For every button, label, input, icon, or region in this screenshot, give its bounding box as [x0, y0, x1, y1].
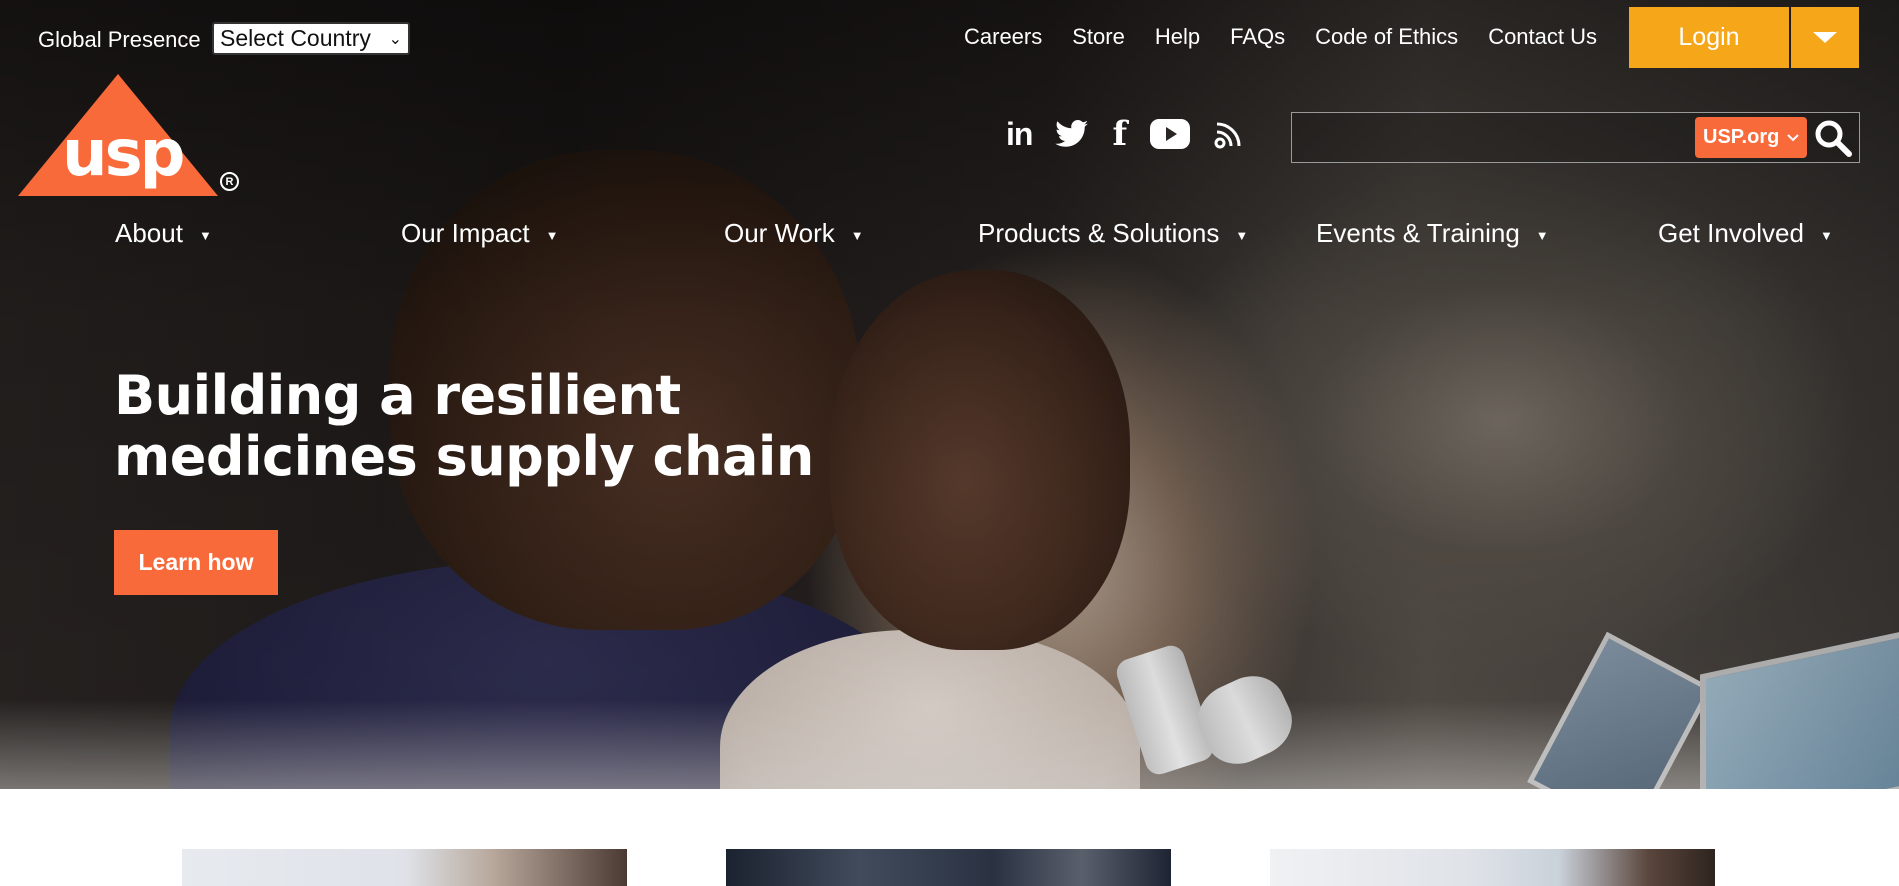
country-select-value: Select Country [220, 25, 371, 51]
contact-us-link[interactable]: Contact Us [1488, 24, 1597, 50]
nav-item-our-impact[interactable]: Our Impact ▼ [401, 218, 558, 249]
social-links: in f [1006, 114, 1245, 154]
usp-logo[interactable]: usp R [18, 74, 240, 199]
feature-card-image-2[interactable] [726, 849, 1171, 886]
rss-icon[interactable] [1213, 116, 1245, 152]
nav-item-get-involved[interactable]: Get Involved ▼ [1658, 218, 1833, 249]
nav-item-products-solutions[interactable]: Products & Solutions ▼ [978, 218, 1248, 249]
search-icon[interactable] [1814, 119, 1852, 157]
feature-card-image-3[interactable] [1270, 849, 1715, 886]
main-nav: About ▼ Our Impact ▼ Our Work ▼ Products & … [0, 218, 1899, 258]
login-button[interactable]: Login [1629, 7, 1789, 68]
nav-item-our-work[interactable]: Our Work ▼ [724, 218, 864, 249]
hero-headline-line1: Building a resilient [114, 364, 681, 427]
youtube-icon[interactable] [1150, 116, 1191, 152]
caret-down-icon: ▼ [1535, 227, 1549, 243]
site-scope-select[interactable]: USP.org [1695, 117, 1807, 158]
nav-item-label: About [115, 218, 183, 248]
registered-mark: R [220, 172, 239, 191]
caret-down-icon: ▼ [545, 227, 559, 243]
nav-item-about[interactable]: About ▼ [115, 218, 212, 249]
facebook-icon[interactable]: f [1112, 114, 1127, 154]
global-presence-label: Global Presence [38, 27, 201, 52]
linkedin-icon[interactable]: in [1006, 116, 1033, 152]
caret-down-icon: ▼ [850, 227, 864, 243]
caret-down-icon: ▼ [1235, 227, 1249, 243]
logo-text: usp [62, 117, 185, 191]
nav-item-label: Our Impact [401, 218, 530, 248]
caret-down-icon: ▼ [1819, 227, 1833, 243]
login-dropdown-button[interactable] [1791, 7, 1859, 68]
faqs-link[interactable]: FAQs [1230, 24, 1285, 50]
careers-link[interactable]: Careers [964, 24, 1042, 50]
hero-headline: Building a resilient medicines supply ch… [114, 365, 814, 487]
feature-card-image-1[interactable] [182, 849, 627, 886]
chevron-down-icon [1787, 133, 1800, 141]
caret-down-icon [1813, 32, 1837, 43]
twitter-icon[interactable] [1055, 116, 1089, 152]
utility-nav: Careers Store Help FAQs Code of Ethics C… [964, 24, 1597, 50]
learn-how-button[interactable]: Learn how [114, 530, 278, 595]
help-link[interactable]: Help [1155, 24, 1200, 50]
code-of-ethics-link[interactable]: Code of Ethics [1315, 24, 1458, 50]
nav-item-label: Events & Training [1316, 218, 1520, 248]
store-link[interactable]: Store [1072, 24, 1125, 50]
caret-down-icon: ▼ [198, 227, 212, 243]
site-scope-value: USP.org [1703, 126, 1780, 148]
nav-item-label: Our Work [724, 218, 835, 248]
country-select[interactable]: Select Country ⌄ [212, 22, 410, 55]
chevron-down-icon: ⌄ [388, 30, 402, 48]
hero-headline-line2: medicines supply chain [114, 425, 814, 488]
nav-item-label: Products & Solutions [978, 218, 1220, 248]
nav-item-label: Get Involved [1658, 218, 1804, 248]
nav-item-events-training[interactable]: Events & Training ▼ [1316, 218, 1549, 249]
